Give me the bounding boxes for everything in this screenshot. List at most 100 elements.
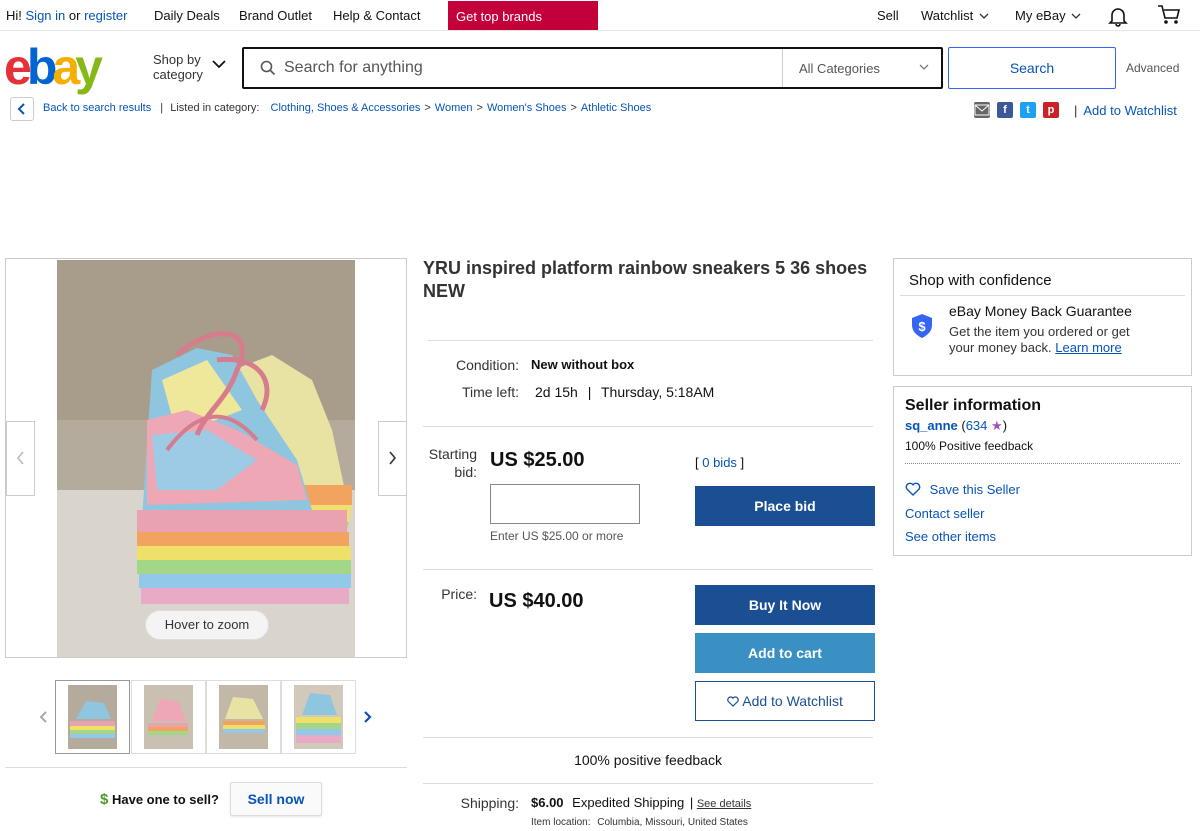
top-nav: Hi! Sign in or register Daily Deals Bran…	[0, 0, 1200, 31]
promo-banner[interactable]: Get top brands	[448, 1, 598, 30]
thumbnail[interactable]	[131, 680, 206, 754]
facebook-icon[interactable]: f	[997, 102, 1013, 118]
shop-by-category[interactable]: Shop by category	[153, 52, 203, 82]
price-label: Price:	[441, 586, 477, 602]
add-to-watchlist-button[interactable]: Add to Watchlist	[695, 681, 875, 721]
register-link[interactable]: register	[84, 8, 127, 23]
dollar-icon: $	[100, 791, 109, 808]
divider	[900, 295, 1185, 296]
seller-feedback: 100% Positive feedback	[905, 439, 1034, 453]
chevron-right-icon[interactable]	[361, 710, 373, 724]
twitter-icon[interactable]: t	[1020, 102, 1036, 118]
heart-icon	[905, 482, 921, 496]
chevron-down-icon	[1071, 13, 1081, 19]
have-one-to-sell: $ Have one to sell?	[100, 791, 219, 808]
buy-price: US $40.00	[489, 590, 584, 612]
save-seller-link[interactable]: Save this Seller	[905, 482, 1020, 497]
condition-label: Condition:	[455, 357, 519, 373]
condition-value: New without box	[531, 357, 635, 372]
divider	[423, 569, 873, 570]
notification-bell-icon[interactable]	[1107, 5, 1129, 27]
bid-input[interactable]	[490, 484, 640, 524]
listed-in-label: Listed in category:	[170, 102, 260, 114]
watchlist-menu[interactable]: Watchlist	[921, 8, 989, 23]
pinterest-icon[interactable]: p	[1043, 102, 1059, 118]
chevron-left-icon	[17, 103, 25, 115]
positive-feedback-note: 100% positive feedback	[574, 752, 722, 768]
divider	[428, 340, 873, 341]
chevron-down-icon	[919, 64, 929, 70]
breadcrumb-item[interactable]: Women	[435, 102, 473, 114]
breadcrumb: Back to search results | Listed in categ…	[43, 102, 652, 114]
divider	[423, 426, 873, 427]
search-button[interactable]: Search	[948, 47, 1116, 89]
thumbnail[interactable]	[206, 680, 281, 754]
hover-to-zoom-label: Hover to zoom	[145, 610, 269, 640]
guarantee-text: Get the item you ordered or get your mon…	[949, 324, 1130, 355]
buy-it-now-button[interactable]: Buy It Now	[695, 585, 875, 625]
divider	[5, 767, 407, 768]
time-left-value: 2d 15h | Thursday, 5:18AM	[535, 384, 715, 400]
daily-deals-link[interactable]: Daily Deals	[154, 8, 220, 23]
shield-icon: $	[912, 314, 932, 338]
search-icon	[260, 60, 276, 76]
chevron-left-icon[interactable]	[38, 710, 50, 724]
gallery-prev-button[interactable]	[6, 421, 35, 496]
help-contact-link[interactable]: Help & Contact	[333, 8, 420, 23]
divider	[423, 737, 873, 738]
breadcrumb-item[interactable]: Athletic Shoes	[581, 102, 651, 114]
bids-link[interactable]: 0 bids	[702, 455, 737, 470]
shipping-value: $6.00 Expedited Shipping | See details	[531, 795, 752, 810]
back-to-results-link[interactable]: Back to search results	[43, 102, 151, 114]
see-other-items-link[interactable]: See other items	[905, 529, 996, 544]
bids-count: [ 0 bids ]	[695, 455, 745, 470]
chevron-right-icon	[389, 451, 397, 465]
learn-more-link[interactable]: Learn more	[1055, 340, 1121, 355]
bid-hint: Enter US $25.00 or more	[490, 529, 624, 543]
seller-information-panel: Seller information sq_anne (634 ★) 100% …	[893, 386, 1192, 556]
seller-score-link[interactable]: 634	[966, 418, 988, 433]
item-location: Item location: Columbia, Missouri, Unite…	[531, 817, 748, 828]
shipping-label: Shipping:	[460, 795, 519, 811]
ebay-logo[interactable]: ebay	[4, 40, 124, 96]
thumbnail[interactable]	[55, 680, 130, 754]
guarantee-title: eBay Money Back Guarantee	[949, 303, 1132, 319]
image-gallery: Hover to zoom	[5, 258, 407, 658]
item-title: YRU inspired platform rainbow sneakers 5…	[423, 258, 868, 301]
confidence-heading: Shop with confidence	[909, 272, 1052, 289]
advanced-search-link[interactable]: Advanced	[1126, 61, 1179, 75]
my-ebay-menu[interactable]: My eBay	[1015, 8, 1081, 23]
sign-in-link[interactable]: Sign in	[26, 8, 66, 23]
cart-icon[interactable]	[1157, 4, 1181, 26]
email-icon[interactable]	[974, 102, 990, 118]
product-main-image[interactable]	[57, 260, 355, 657]
see-details-link[interactable]: See details	[697, 798, 751, 810]
chevron-down-icon	[979, 13, 989, 19]
breadcrumb-item[interactable]: Clothing, Shoes & Accessories	[271, 102, 421, 114]
contact-seller-link[interactable]: Contact seller	[905, 506, 984, 521]
chevron-down-icon[interactable]	[212, 60, 226, 69]
shop-with-confidence-panel: Shop with confidence $ eBay Money Back G…	[893, 258, 1192, 376]
add-to-cart-button[interactable]: Add to cart	[695, 633, 875, 673]
place-bid-button[interactable]: Place bid	[695, 486, 875, 526]
seller-heading: Seller information	[905, 397, 1042, 414]
gallery-next-button[interactable]	[378, 421, 407, 496]
time-left-label: Time left:	[461, 384, 519, 400]
brand-outlet-link[interactable]: Brand Outlet	[239, 8, 312, 23]
search-input[interactable]	[284, 49, 774, 87]
greeting: Hi! Sign in or register	[6, 8, 128, 23]
seller-name-link[interactable]: sq_anne	[905, 418, 958, 433]
starting-bid-label: Starting bid:	[428, 446, 477, 480]
divider	[905, 463, 1180, 464]
chevron-left-icon	[16, 451, 24, 465]
divider	[423, 783, 873, 784]
back-button[interactable]	[10, 97, 34, 121]
thumbnail[interactable]	[281, 680, 356, 754]
starting-bid-price: US $25.00	[490, 449, 585, 471]
add-to-watchlist-link-top[interactable]: | Add to Watchlist	[1074, 103, 1177, 118]
breadcrumb-item[interactable]: Women's Shoes	[487, 102, 567, 114]
svg-text:$: $	[918, 319, 926, 334]
sell-now-button[interactable]: Sell now	[230, 782, 322, 816]
sell-link[interactable]: Sell	[877, 8, 899, 23]
category-select[interactable]: All Categories	[782, 49, 943, 87]
